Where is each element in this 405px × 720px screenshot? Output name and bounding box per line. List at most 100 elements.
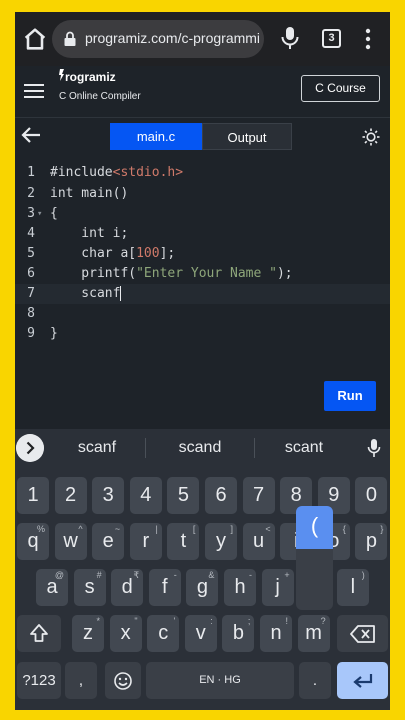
c-course-button[interactable]: C Course (301, 75, 380, 102)
key-label: 5 (177, 484, 189, 506)
home-icon[interactable] (21, 25, 49, 53)
key-u[interactable]: u < (242, 523, 275, 560)
comma-key[interactable]: , (65, 662, 97, 699)
text-cursor (120, 286, 122, 301)
code-line: 8 (15, 304, 390, 324)
key-2[interactable]: 2 (54, 477, 87, 514)
back-arrow-icon[interactable] (21, 126, 41, 144)
key-r[interactable]: r | (129, 523, 162, 560)
line-number: 1 (27, 165, 35, 180)
key-label: f (162, 576, 168, 598)
key-label: 3 (102, 484, 114, 506)
key-3[interactable]: 3 (92, 477, 125, 514)
key-m[interactable]: m? (297, 615, 330, 652)
key-hint: } (380, 524, 384, 534)
key-hint: ? (320, 616, 326, 626)
period-key[interactable]: . (299, 662, 331, 699)
more-menu-icon[interactable] (360, 26, 376, 52)
key-d[interactable]: d ₹ (111, 569, 144, 606)
code-line: 9 } (15, 324, 390, 344)
code-line: 3 ▾ { (15, 204, 390, 224)
key-x[interactable]: x " (109, 615, 142, 652)
key-label: l (350, 576, 356, 598)
key-5[interactable]: 5 (167, 477, 200, 514)
key-p[interactable]: p} (355, 523, 388, 560)
key-hint: ^ (78, 524, 83, 534)
address-bar[interactable]: programiz.com/c-programming (52, 20, 264, 58)
key-4[interactable]: 4 (129, 477, 162, 514)
space-key[interactable]: EN · HG (146, 662, 294, 699)
key-hint: ' (173, 616, 176, 626)
key-label: 0 (365, 484, 377, 506)
key-t[interactable]: t[ (167, 523, 200, 560)
popup-selected-char[interactable]: ( (296, 506, 333, 549)
key-b[interactable]: b; (222, 615, 255, 652)
key-c[interactable]: c ' (147, 615, 180, 652)
key-hint: # (96, 570, 102, 580)
key-hint: - (173, 570, 177, 580)
key-y[interactable]: y] (205, 523, 237, 560)
key-hint: ! (285, 616, 288, 626)
key-label: p (365, 530, 377, 552)
key-z[interactable]: z * (72, 615, 104, 652)
key-label: e (102, 530, 114, 552)
key-hint: { (342, 524, 346, 534)
key-hint: % (36, 524, 45, 534)
key-label: 4 (140, 484, 152, 506)
key-j[interactable]: j + (261, 569, 294, 606)
key-g[interactable]: g & (186, 569, 219, 606)
key-s[interactable]: s # (73, 569, 106, 606)
tab-switcher-button[interactable]: 3 (322, 29, 341, 48)
line-number: 3 (27, 206, 35, 221)
key-label: u (253, 530, 265, 552)
suggestion-strip: scanf scand scant (15, 429, 390, 467)
line-code: scanf (50, 284, 122, 304)
programiz-logo[interactable]: rogramiz (59, 69, 139, 89)
key-h[interactable]: h- (224, 569, 256, 606)
hamburger-menu-icon[interactable] (24, 83, 44, 99)
key-e[interactable]: e ~ (92, 523, 125, 560)
run-button[interactable]: Run (324, 381, 376, 411)
voice-input-icon[interactable] (367, 438, 381, 458)
key-hint: ₹ (133, 570, 140, 580)
key-1[interactable]: 1 (17, 477, 49, 514)
theme-toggle-icon[interactable] (362, 128, 380, 146)
key-hint: : (210, 616, 213, 626)
shift-key[interactable] (17, 615, 61, 652)
key-label: w (63, 530, 78, 552)
fold-arrow-icon[interactable]: ▾ (37, 204, 42, 224)
enter-key[interactable] (337, 662, 388, 699)
key-label: t (180, 530, 187, 552)
code-line: 2 int main() (15, 184, 390, 204)
key-w[interactable]: w ^ (54, 523, 87, 560)
key-label: 7 (253, 484, 265, 506)
tab-output[interactable]: Output (202, 123, 292, 150)
microphone-icon[interactable] (279, 25, 301, 51)
emoji-key[interactable] (105, 662, 141, 699)
key-l[interactable]: l) (336, 569, 369, 606)
suggestion-1[interactable]: scanf (53, 429, 141, 467)
key-hint: " (134, 616, 138, 626)
suggestion-2[interactable]: scand (150, 429, 250, 467)
key-f[interactable]: f- (148, 569, 181, 606)
suggestion-3[interactable]: scant (259, 429, 349, 467)
key-hint: * (96, 616, 100, 626)
key-label: d (121, 576, 133, 598)
lock-icon (64, 31, 76, 46)
emoji-icon (114, 672, 132, 690)
key-a[interactable]: a @ (36, 569, 68, 606)
key-7[interactable]: 7 (242, 477, 275, 514)
tab-main-c[interactable]: main.c (110, 123, 202, 150)
key-6[interactable]: 6 (205, 477, 237, 514)
key-n[interactable]: n! (260, 615, 292, 652)
code-include: #include<stdio.h> (50, 165, 184, 180)
expand-toolbar-icon[interactable] (16, 434, 44, 462)
code-line: 5 char a[100]; (15, 244, 390, 264)
key-q[interactable]: q% (17, 523, 49, 560)
key-0[interactable]: 0 (355, 477, 388, 514)
symbols-key[interactable]: ?123 (17, 662, 61, 699)
line-code: { (50, 206, 58, 221)
backspace-key[interactable] (337, 615, 388, 652)
key-label: j (275, 576, 280, 598)
key-v[interactable]: v: (184, 615, 217, 652)
